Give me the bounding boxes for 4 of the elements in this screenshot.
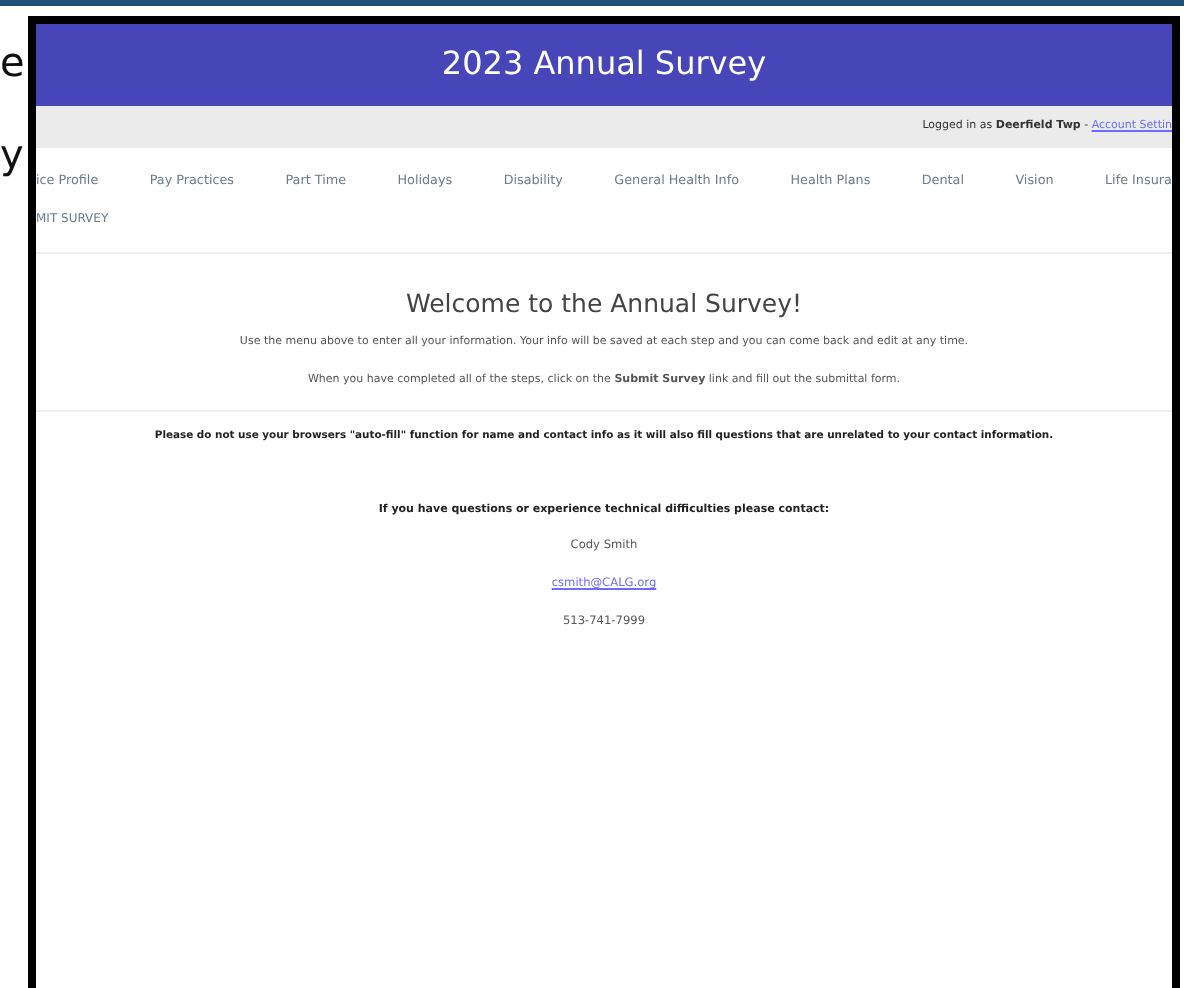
slide-text: e: [0, 42, 27, 82]
slide-text: y: [0, 134, 26, 174]
welcome-heading: Welcome to the Annual Survey!: [403, 285, 805, 322]
survey-title: 2023 Annual Survey: [36, 24, 1172, 106]
